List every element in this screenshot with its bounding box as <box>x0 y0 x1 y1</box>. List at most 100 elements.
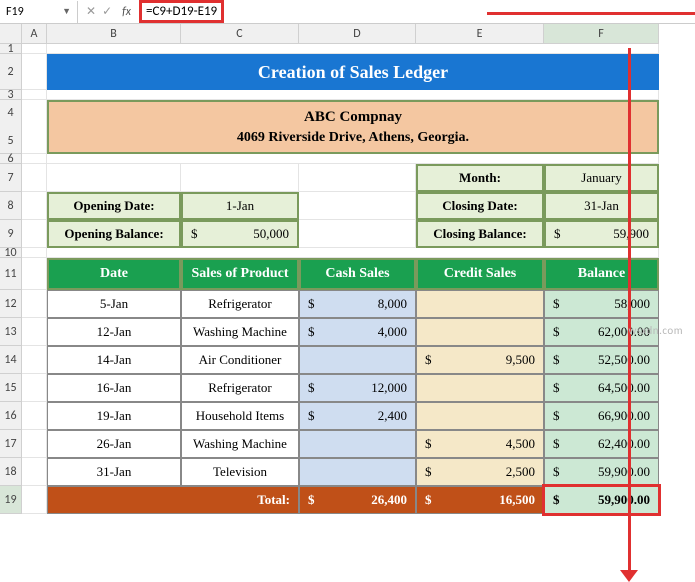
td-credit[interactable]: $2,500 <box>416 458 544 486</box>
opening-bal-label[interactable]: Opening Balance: <box>47 220 181 248</box>
opening-date-label[interactable]: Opening Date: <box>47 192 181 220</box>
title-banner[interactable]: Creation of Sales Ledger <box>47 54 659 90</box>
total-cash[interactable]: $26,400 <box>299 486 416 514</box>
td-product[interactable]: Household Items <box>181 402 299 430</box>
cell[interactable] <box>22 318 47 346</box>
row-header[interactable]: 16 <box>0 402 22 430</box>
opening-bal-value[interactable]: $ 50,000 <box>181 220 299 248</box>
cell[interactable] <box>22 258 47 290</box>
td-bal[interactable]: $66,900.00 <box>544 402 659 430</box>
cell[interactable] <box>299 192 416 220</box>
row-header-4-5[interactable]: 45 <box>0 100 22 154</box>
cell[interactable] <box>47 90 659 100</box>
cell[interactable] <box>47 44 659 54</box>
row-header[interactable]: 9 <box>0 220 22 248</box>
cell[interactable] <box>22 44 47 54</box>
cell[interactable] <box>22 90 47 100</box>
cell[interactable] <box>47 248 659 258</box>
td-credit[interactable] <box>416 318 544 346</box>
row-header[interactable]: 7 <box>0 164 22 192</box>
td-date[interactable]: 5-Jan <box>47 290 181 318</box>
td-credit[interactable] <box>416 374 544 402</box>
cell[interactable] <box>299 220 416 248</box>
row-header[interactable]: 18 <box>0 458 22 486</box>
td-cash[interactable]: $2,400 <box>299 402 416 430</box>
row-header[interactable]: 14 <box>0 346 22 374</box>
td-product[interactable]: Refrigerator <box>181 290 299 318</box>
cell[interactable] <box>22 346 47 374</box>
col-header-C[interactable]: C <box>181 24 299 44</box>
row-header[interactable]: 3 <box>0 90 22 100</box>
cell[interactable] <box>22 192 47 220</box>
cell[interactable] <box>22 458 47 486</box>
th-credit[interactable]: Credit Sales <box>416 258 544 290</box>
td-cash[interactable] <box>299 346 416 374</box>
cell[interactable] <box>47 154 659 164</box>
td-cash[interactable]: $12,000 <box>299 374 416 402</box>
closing-date-label[interactable]: Closing Date: <box>416 192 544 220</box>
th-cash[interactable]: Cash Sales <box>299 258 416 290</box>
td-date[interactable]: 12-Jan <box>47 318 181 346</box>
cell[interactable] <box>299 164 416 192</box>
td-product[interactable]: Television <box>181 458 299 486</box>
closing-bal-label[interactable]: Closing Balance: <box>416 220 544 248</box>
cell[interactable] <box>181 164 299 192</box>
formula-input[interactable]: =C9+D19-E19 <box>139 0 224 23</box>
td-bal[interactable]: $52,500.00 <box>544 346 659 374</box>
td-date[interactable]: 19-Jan <box>47 402 181 430</box>
td-cash[interactable] <box>299 458 416 486</box>
row-header[interactable]: 15 <box>0 374 22 402</box>
col-header-F[interactable]: F <box>544 24 659 44</box>
th-balance[interactable]: Balance <box>544 258 659 290</box>
td-bal[interactable]: $59,900.00 <box>544 458 659 486</box>
td-credit[interactable]: $9,500 <box>416 346 544 374</box>
cell[interactable] <box>47 164 181 192</box>
cell[interactable] <box>22 164 47 192</box>
fx-icon[interactable]: fx <box>122 5 131 19</box>
closing-date-value[interactable]: 31-Jan <box>544 192 659 220</box>
cell[interactable] <box>22 486 47 514</box>
closing-bal-value[interactable]: $ 59,900 <box>544 220 659 248</box>
td-cash[interactable]: $8,000 <box>299 290 416 318</box>
col-header-D[interactable]: D <box>299 24 416 44</box>
td-bal[interactable]: $64,500.00 <box>544 374 659 402</box>
td-product[interactable]: Washing Machine <box>181 430 299 458</box>
total-credit[interactable]: $16,500 <box>416 486 544 514</box>
formula-input-wrap[interactable]: =C9+D19-E19 <box>139 0 695 23</box>
td-product[interactable]: Refrigerator <box>181 374 299 402</box>
cell[interactable] <box>22 248 47 258</box>
cell[interactable] <box>22 290 47 318</box>
row-header[interactable]: 19 <box>0 486 22 514</box>
row-header[interactable]: 8 <box>0 192 22 220</box>
td-bal[interactable]: $62,400.00 <box>544 430 659 458</box>
chevron-down-icon[interactable]: ▼ <box>62 6 71 17</box>
td-credit[interactable]: $4,500 <box>416 430 544 458</box>
td-product[interactable]: Air Conditioner <box>181 346 299 374</box>
td-credit[interactable] <box>416 402 544 430</box>
row-header[interactable]: 10 <box>0 248 22 258</box>
td-date[interactable]: 31-Jan <box>47 458 181 486</box>
td-date[interactable]: 26-Jan <box>47 430 181 458</box>
total-bal-active-cell[interactable]: $59,900.00 <box>544 486 659 514</box>
td-product[interactable]: Washing Machine <box>181 318 299 346</box>
cell[interactable] <box>22 430 47 458</box>
cancel-icon[interactable]: ✕ <box>86 4 96 19</box>
company-box[interactable]: ABC Compnay 4069 Riverside Drive, Athens… <box>47 100 659 154</box>
td-date[interactable]: 16-Jan <box>47 374 181 402</box>
th-date[interactable]: Date <box>47 258 181 290</box>
cell[interactable] <box>22 374 47 402</box>
name-box[interactable]: F19 ▼ <box>0 1 78 23</box>
total-label[interactable]: Total: <box>47 486 299 514</box>
td-cash[interactable] <box>299 430 416 458</box>
td-date[interactable]: 14-Jan <box>47 346 181 374</box>
td-credit[interactable] <box>416 290 544 318</box>
cell[interactable] <box>22 54 47 90</box>
col-header-A[interactable]: A <box>22 24 47 44</box>
row-header[interactable]: 1 <box>0 44 22 54</box>
accept-icon[interactable]: ✓ <box>102 4 112 19</box>
td-cash[interactable]: $4,000 <box>299 318 416 346</box>
td-bal[interactable]: $58,000 <box>544 290 659 318</box>
row-header[interactable]: 2 <box>0 54 22 90</box>
month-label[interactable]: Month: <box>416 164 544 192</box>
row-header[interactable]: 17 <box>0 430 22 458</box>
